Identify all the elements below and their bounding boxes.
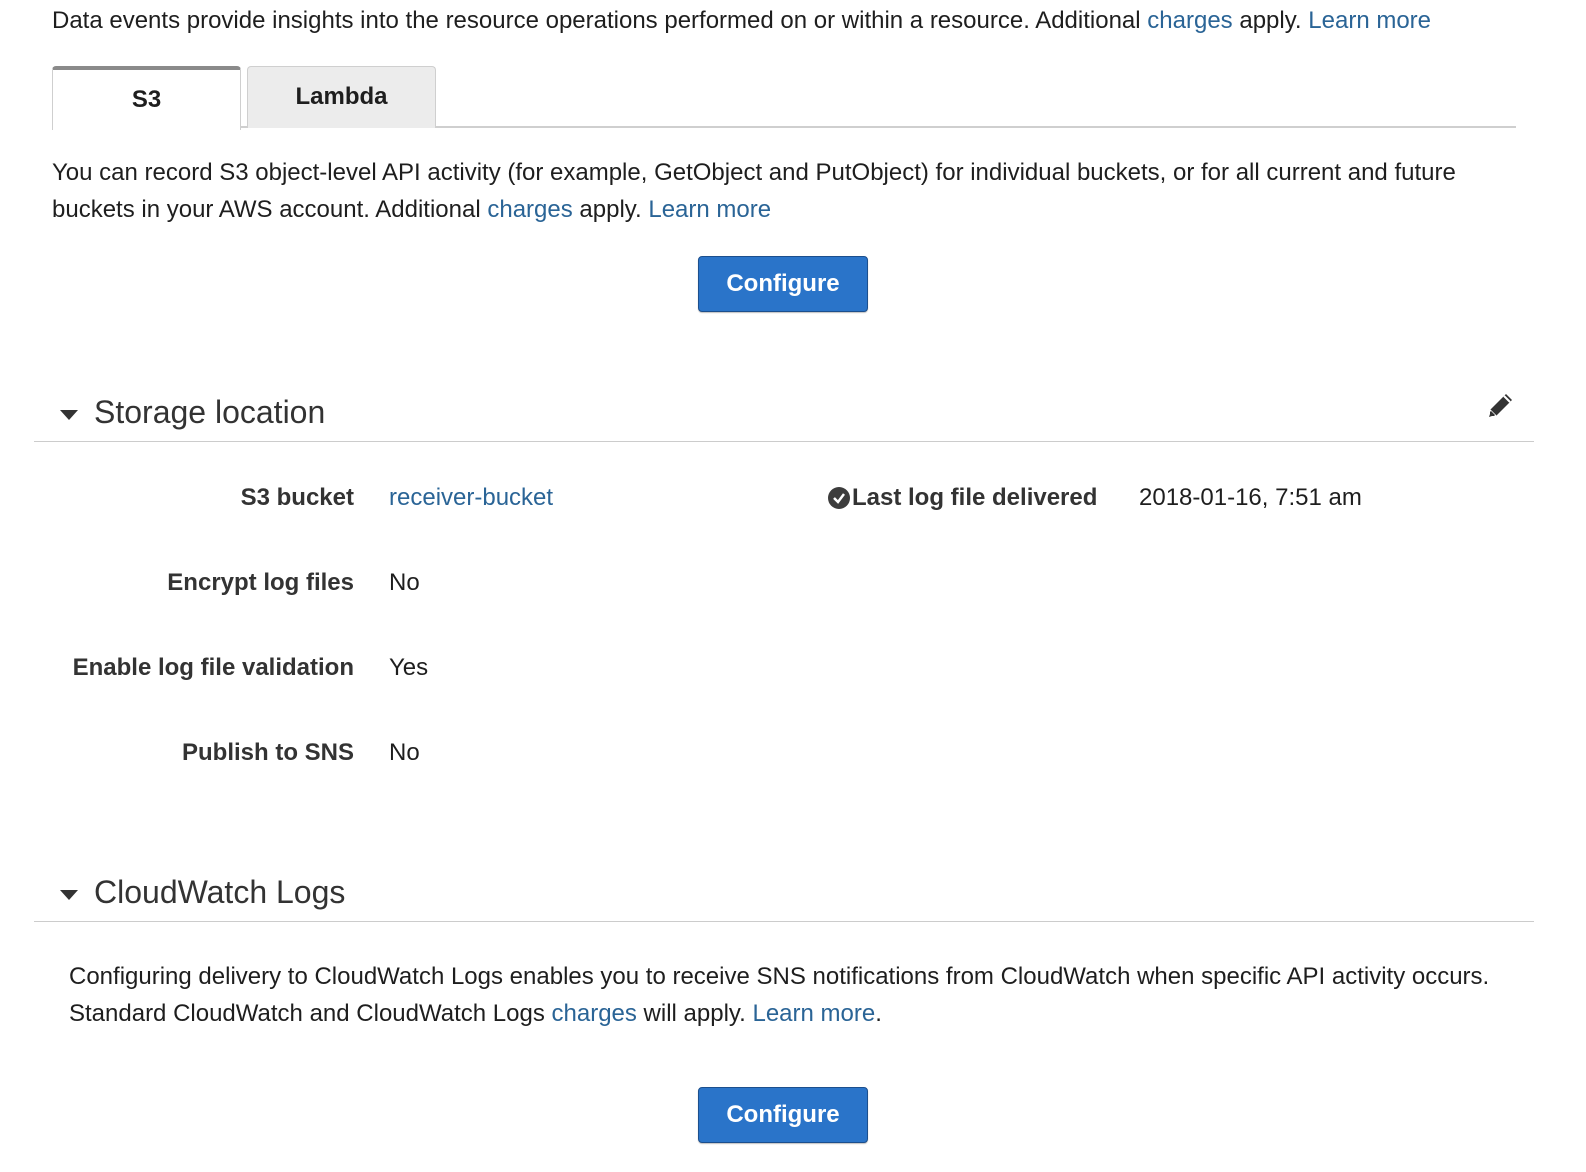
last-log-delivered: Last log file delivered: [828, 481, 1097, 515]
charges-link[interactable]: charges: [1147, 7, 1232, 34]
last-log-value: 2018-01-16, 7:51 am: [1139, 484, 1362, 511]
tab-s3[interactable]: S3: [52, 66, 241, 130]
intro-after-text: apply.: [1232, 7, 1309, 34]
field-row-validation: Enable log file validation: [34, 651, 354, 685]
field-label: Encrypt log files: [167, 569, 354, 596]
cloudwatch-charges-link[interactable]: charges: [552, 1000, 637, 1027]
storage-location-title: Storage location: [94, 394, 326, 430]
cloudwatch-end-text: .: [875, 1000, 882, 1027]
trail-configuration-page: Data events provide insights into the re…: [0, 0, 1586, 1172]
last-log-label: Last log file delivered: [852, 484, 1098, 511]
field-value: No: [389, 739, 420, 766]
cloudwatch-logs-title: CloudWatch Logs: [94, 874, 346, 910]
pencil-icon[interactable]: [1484, 390, 1516, 422]
cloudwatch-after-text: will apply.: [636, 1000, 753, 1027]
field-label: Publish to SNS: [181, 739, 354, 766]
tab-lambda[interactable]: Lambda: [247, 66, 436, 128]
data-events-description: Data events provide insights into the re…: [52, 4, 1431, 38]
cloudwatch-description: Configuring delivery to CloudWatch Logs …: [69, 958, 1509, 1032]
check-circle-icon: [828, 487, 850, 509]
storage-location-header[interactable]: Storage location: [34, 386, 1534, 442]
s3-configure-button[interactable]: Configure: [698, 256, 868, 312]
cloudwatch-logs-header[interactable]: CloudWatch Logs: [34, 866, 1534, 922]
s3-panel-after-text: apply.: [572, 196, 649, 223]
intro-text: Data events provide insights into the re…: [52, 7, 1148, 34]
s3-learn-more-link[interactable]: Learn more: [648, 196, 771, 223]
cloudwatch-configure-button[interactable]: Configure: [698, 1087, 868, 1143]
field-row-sns: Publish to SNS: [34, 736, 354, 770]
field-row-s3-bucket: S3 bucket: [34, 481, 354, 515]
caret-down-icon[interactable]: [60, 410, 78, 420]
field-value: Yes: [389, 654, 429, 681]
field-row-encrypt: Encrypt log files: [34, 566, 354, 600]
cloudwatch-learn-more-link[interactable]: Learn more: [752, 1000, 875, 1027]
field-value: No: [389, 569, 420, 596]
s3-bucket-link[interactable]: receiver-bucket: [389, 481, 553, 515]
s3-panel-description: You can record S3 object-level API activ…: [52, 154, 1492, 228]
s3-charges-link[interactable]: charges: [487, 196, 572, 223]
learn-more-link[interactable]: Learn more: [1308, 7, 1431, 34]
data-events-tabs: S3 Lambda: [52, 66, 1516, 130]
caret-down-icon[interactable]: [60, 890, 78, 900]
field-label: Enable log file validation: [72, 654, 354, 681]
field-label: S3 bucket: [240, 484, 354, 511]
